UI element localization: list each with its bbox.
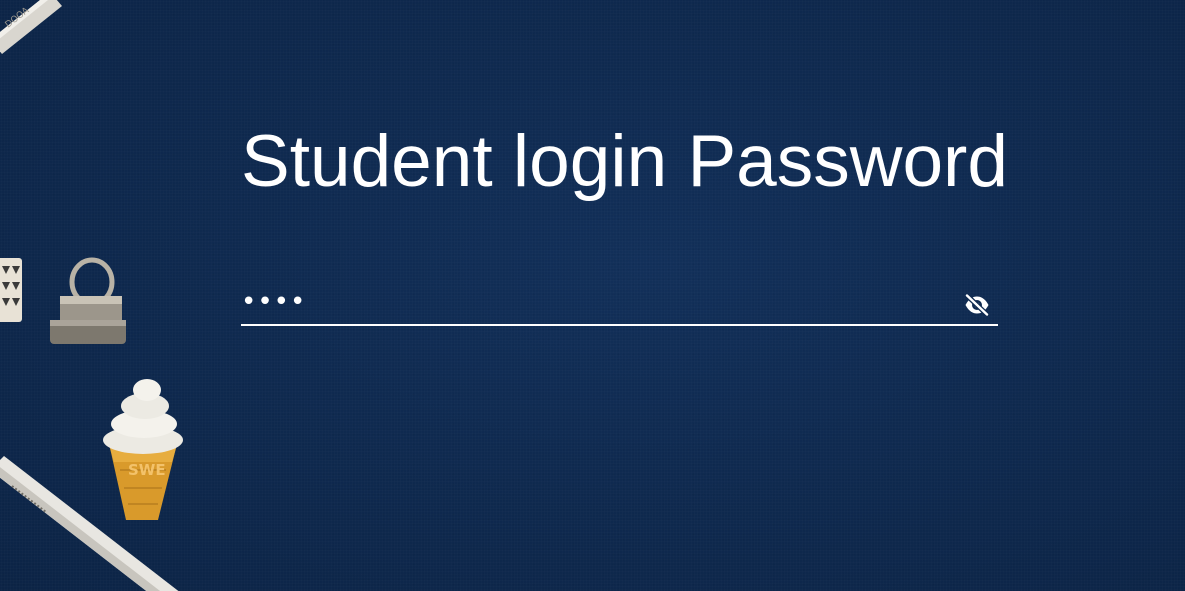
page-title: Student login Password xyxy=(241,121,1008,202)
password-field[interactable] xyxy=(241,280,998,326)
password-input[interactable] xyxy=(241,280,951,324)
pencil-top: DOOA xyxy=(0,0,62,54)
washi-tape xyxy=(0,258,22,322)
toggle-password-visibility-button[interactable] xyxy=(964,294,990,316)
svg-text:DOOA: DOOA xyxy=(4,5,32,30)
desk-decorations: DOOA SWE xyxy=(0,0,183,591)
svg-text:SWE: SWE xyxy=(128,461,166,479)
eye-off-icon xyxy=(964,294,990,316)
binder-clip xyxy=(50,257,126,344)
pencil-bottom xyxy=(0,456,179,591)
ice-cream-eraser: SWE xyxy=(103,379,183,520)
